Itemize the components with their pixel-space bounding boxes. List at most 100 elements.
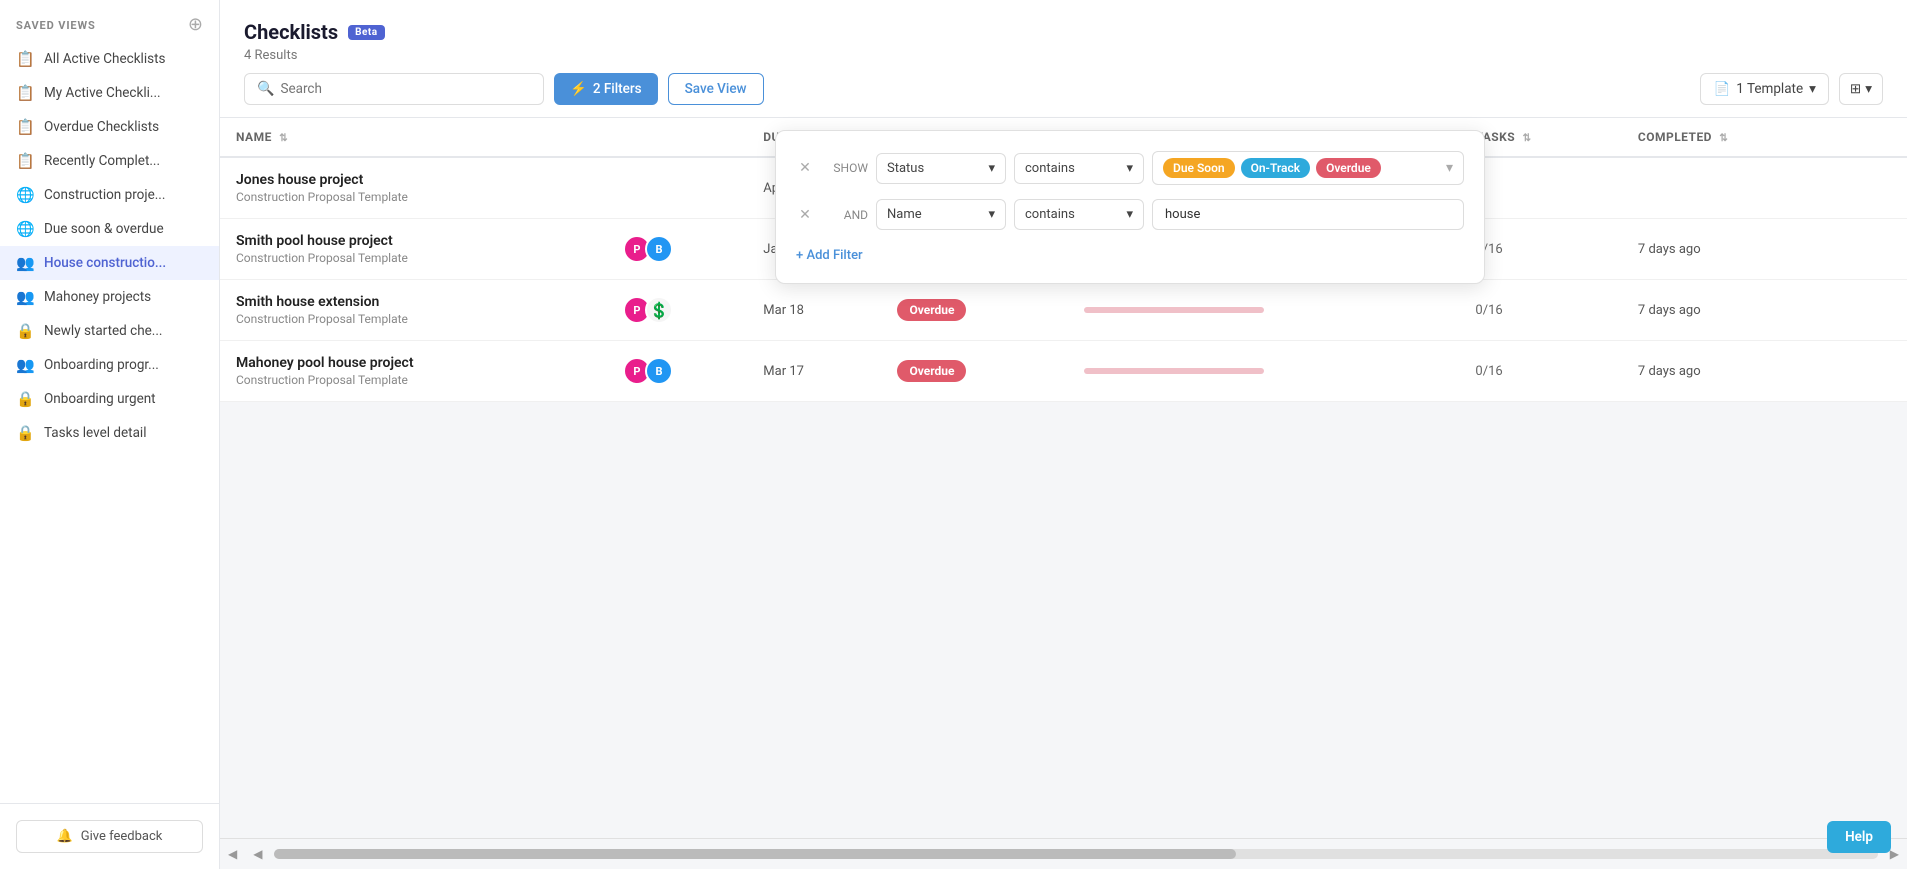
column-completed[interactable]: COMPLETED ⇅ [1622,118,1848,157]
save-view-button[interactable]: Save View [668,73,764,105]
cell-progress [1068,341,1459,402]
page-title: Checklists [244,20,338,44]
filter-operator-2-select[interactable]: contains ▾ [1014,199,1144,230]
cell-avatars: PB [607,341,747,402]
tasks-count: 0/16 [1475,303,1502,318]
template-button[interactable]: 📄 1 Template ▾ [1700,73,1828,105]
saved-views-label: SAVED VIEWS [16,19,96,32]
avatar: B [645,357,673,385]
status-badge: Overdue [897,360,966,382]
feedback-icon: 🔔 [57,829,73,844]
sidebar-item-all-active[interactable]: 📋 All Active Checklists [0,42,219,76]
sidebar-item-due-soon[interactable]: 🌐 Due soon & overdue [0,212,219,246]
due-date: Mar 17 [763,364,804,379]
sidebar-label-onboarding: Onboarding progr... [44,357,159,373]
tag-on-track: On-Track [1241,158,1311,178]
beta-badge: Beta [348,25,385,40]
column-name[interactable]: NAME ⇅ [220,118,607,157]
chevron-down-icon: ▾ [1126,207,1133,222]
sidebar-icon-tasks-level: 🔒 [16,424,34,442]
table-row[interactable]: Smith house extension Construction Propo… [220,280,1907,341]
name-sort-icon: ⇅ [279,133,288,144]
search-input[interactable] [280,81,531,97]
scroll-left-arrow[interactable]: ◀ [220,843,245,865]
scroll-left2-arrow[interactable]: ◀ [245,843,270,865]
add-view-button[interactable]: ⊕ [188,16,203,34]
search-box[interactable]: 🔍 [244,73,544,105]
chevron-down-icon: ▾ [1809,81,1816,97]
grid-icon: ⊞ [1850,81,1861,97]
scroll-thumb[interactable] [274,849,1236,859]
row-name: Mahoney pool house project [236,355,591,371]
avatar-emoji: 💲 [645,296,673,324]
cell-tasks: 0/16 [1459,280,1622,341]
sidebar-item-newly[interactable]: 🔒 Newly started che... [0,314,219,348]
sidebar-item-construction[interactable]: 🌐 Construction proje... [0,178,219,212]
cell-name: Mahoney pool house project Construction … [220,341,607,402]
filter-field-1-value: Status [887,161,924,176]
avatars: P💲 [623,296,731,324]
sidebar-label-due-soon: Due soon & overdue [44,221,164,237]
cell-extra [1848,157,1907,219]
filter-button[interactable]: ⚡ 2 Filters [554,73,658,105]
sidebar-item-onboarding-urgent[interactable]: 🔒 Onboarding urgent [0,382,219,416]
help-button[interactable]: Help [1827,821,1891,853]
sidebar-item-recently[interactable]: 📋 Recently Complet... [0,144,219,178]
sidebar-item-overdue[interactable]: 📋 Overdue Checklists [0,110,219,144]
sidebar-icon-onboarding: 👥 [16,356,34,374]
status-badge: Overdue [897,299,966,321]
results-count: 4 Results [244,48,1883,63]
completed-date: 7 days ago [1638,303,1701,318]
sidebar-label-onboarding-urgent: Onboarding urgent [44,391,156,407]
filter-panel: ✕ SHOW Status ▾ contains ▾ Due Soon On-T… [775,130,1485,284]
completed-sort-icon: ⇅ [1719,133,1728,144]
give-feedback-button[interactable]: 🔔 Give feedback [16,820,203,853]
add-filter-button[interactable]: + Add Filter [796,244,863,267]
sidebar-item-house[interactable]: 👥 House constructio... [0,246,219,280]
cell-status: Overdue [881,280,1067,341]
sidebar-item-mahoney[interactable]: 👥 Mahoney projects [0,280,219,314]
cell-name: Smith house extension Construction Propo… [220,280,607,341]
filter-close-2-button[interactable]: ✕ [796,207,814,223]
filter-field-2-select[interactable]: Name ▾ [876,199,1006,230]
cell-avatars: P💲 [607,280,747,341]
table-row[interactable]: Mahoney pool house project Construction … [220,341,1907,402]
view-toggle-button[interactable]: ⊞ ▾ [1839,73,1883,105]
save-view-label: Save View [685,81,747,97]
horizontal-scrollbar[interactable]: ◀ ◀ ▶ [220,838,1907,869]
row-name: Smith house extension [236,294,591,310]
row-template: Construction Proposal Template [236,312,591,326]
sidebar-item-tasks-level[interactable]: 🔒 Tasks level detail [0,416,219,450]
sidebar-label-newly: Newly started che... [44,323,162,339]
cell-due: Mar 17 [747,341,881,402]
tasks-count: 0/16 [1475,364,1502,379]
filter-field-2-value: Name [887,207,922,222]
sidebar-label-overdue: Overdue Checklists [44,119,159,135]
cell-completed: 7 days ago [1622,280,1848,341]
filter-tags-container[interactable]: Due Soon On-Track Overdue ▾ [1152,151,1464,185]
row-name: Smith pool house project [236,233,591,249]
filter-label: 2 Filters [593,81,642,97]
row-template: Construction Proposal Template [236,373,591,387]
progress-bar [1084,307,1264,313]
scroll-track[interactable] [274,849,1877,859]
filter-field-1-select[interactable]: Status ▾ [876,153,1006,184]
sidebar-item-onboarding[interactable]: 👥 Onboarding progr... [0,348,219,382]
completed-date: 7 days ago [1638,242,1701,257]
filter-close-1-button[interactable]: ✕ [796,160,814,176]
filter-operator-1-select[interactable]: contains ▾ [1014,153,1144,184]
search-icon: 🔍 [257,81,274,97]
sidebar: SAVED VIEWS ⊕ 📋 All Active Checklists 📋 … [0,0,220,869]
sidebar-icon-construction: 🌐 [16,186,34,204]
sidebar-item-my-active[interactable]: 📋 My Active Checkli... [0,76,219,110]
sidebar-icon-due-soon: 🌐 [16,220,34,238]
cell-name: Jones house project Construction Proposa… [220,157,607,219]
filter-text-input[interactable] [1152,199,1464,230]
chevron-down-icon: ▾ [988,161,995,176]
sidebar-icon-all-active: 📋 [16,50,34,68]
sidebar-icon-mahoney: 👥 [16,288,34,306]
cell-avatars: PB [607,219,747,280]
cell-completed [1622,157,1848,219]
cell-status: Overdue [881,341,1067,402]
cell-due: Mar 18 [747,280,881,341]
